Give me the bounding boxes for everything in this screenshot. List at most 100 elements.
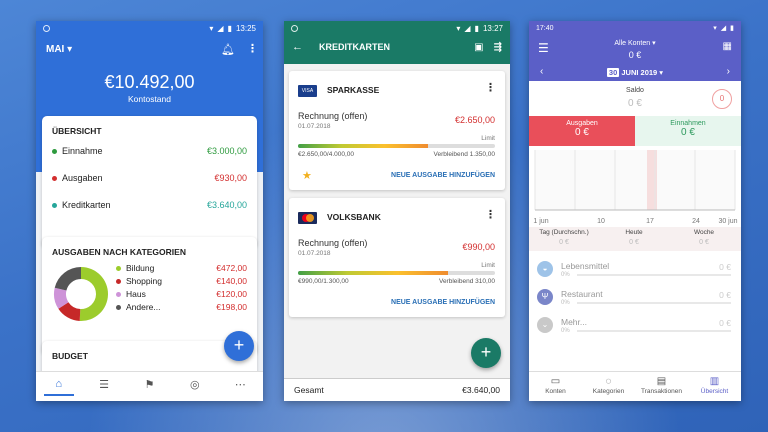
saldo-badge: 0 [712, 89, 732, 109]
limit-progress-bar [298, 271, 495, 275]
bank-name: VOLKSBANK [327, 212, 381, 222]
nav-item-übersicht[interactable]: ▥ Übersicht [688, 372, 741, 401]
card-menu-icon[interactable]: ⋮ [485, 81, 496, 94]
stat-cell: Tag (Durchschn.) 0 € [529, 229, 599, 246]
phone-budget-app: ▾ ◢ ▮ 13:25 MAI ▾ 🔔︎ ⋮ €10.492,00 Kontostan… [36, 21, 263, 401]
expense-tab[interactable]: Ausgaben 0 € [529, 116, 635, 146]
expense-label: Ausgaben [566, 120, 598, 127]
category-item-percent: 0% [561, 272, 570, 278]
donut-slice [79, 267, 108, 321]
notification-icon [291, 24, 298, 32]
budget-title: BUDGET [52, 351, 88, 361]
donut-slice [54, 267, 81, 291]
categories-title: AUSGABEN NACH KATEGORIEN [52, 247, 186, 257]
credit-card[interactable]: VISA SPARKASSE ⋮ Rechnung (offen) 01.07.2018… [289, 71, 505, 190]
category-item-value: 0 € [719, 262, 731, 272]
list-icon[interactable]: ☰ [89, 378, 119, 395]
add-button[interactable]: + [471, 338, 501, 368]
income-label: Einnahmen [670, 120, 706, 127]
bullet-icon [52, 175, 57, 181]
signal-icon: ◢ [217, 23, 224, 33]
category-row[interactable]: Haus €120,00 [116, 289, 247, 299]
target-icon[interactable]: ◎ [180, 378, 210, 395]
home-icon[interactable]: ⌂ [43, 378, 74, 396]
bottom-navigation: ⌂ ☰ ⚑ ◎ ⋯ [36, 371, 263, 401]
nav-label: Kategorien [592, 388, 625, 395]
stat-value: 0 € [699, 239, 709, 246]
category-row[interactable]: Shopping €140,00 [116, 276, 247, 286]
bullet-icon [52, 148, 57, 154]
invoice-date: 01.07.2018 [298, 123, 331, 130]
add-card-icon[interactable]: ▣ [474, 42, 483, 53]
star-icon[interactable]: ★ [302, 169, 312, 182]
status-time: 17:40 [536, 24, 554, 32]
category-value: €140,00 [216, 276, 247, 286]
notification-icon [43, 24, 50, 32]
month-selector[interactable]: MAI ▾ [46, 44, 72, 55]
battery-icon: ▮ [474, 23, 479, 33]
pie-icon: ◌ [605, 376, 612, 387]
income-tab[interactable]: Einnahmen 0 € [635, 116, 741, 146]
list-icon: ▤ [656, 376, 667, 387]
month-label: MAI [46, 44, 65, 55]
account-selector[interactable]: Alle Konten ▾ [529, 39, 741, 47]
category-row[interactable]: Andere... €198,00 [116, 302, 247, 312]
wifi-icon: ▾ [456, 23, 461, 33]
account-label: Alle Konten [614, 40, 651, 47]
overview-row-value: €930,00 [214, 173, 247, 183]
overview-row[interactable]: Ausgaben €930,00 [52, 173, 247, 183]
visa-logo: VISA [298, 85, 317, 97]
category-list-item[interactable]: ⌄ Mehr... 0% 0 € [529, 315, 741, 341]
day-badge: 30 [606, 68, 620, 77]
category-row[interactable]: Bildung €472,00 [116, 263, 247, 273]
sort-icon[interactable]: ⇶ [494, 42, 502, 53]
category-list-item[interactable]: Ψ Restaurant 0% 0 € [529, 287, 741, 313]
nav-item-konten[interactable]: ▭ Konten [529, 372, 582, 401]
add-button[interactable]: + [224, 331, 254, 361]
back-arrow-icon[interactable]: ← [292, 41, 303, 53]
x-tick-label: 10 [597, 218, 605, 225]
income-value: 0 € [681, 127, 695, 138]
bullet-icon [116, 291, 121, 297]
category-list-item[interactable]: ◒ Lebensmittel 0% 0 € [529, 259, 741, 285]
invoice-date: 01.07.2018 [298, 250, 331, 257]
bell-icon[interactable]: 🔔︎ [221, 43, 235, 56]
bullet-icon [116, 278, 121, 284]
mastercard-logo [298, 212, 317, 224]
overview-card[interactable]: ÜBERSICHT Einnahme €3.000,00 Ausgaben €930,… [42, 116, 257, 248]
month-selector[interactable]: 30 JUNI 2019 ▾ [529, 68, 741, 77]
add-expense-button[interactable]: NEUE AUSGABE HINZUFÜGEN [391, 172, 495, 179]
saldo-value: 0 € [628, 98, 642, 109]
saldo-label: Saldo [626, 87, 644, 94]
overview-row[interactable]: Einnahme €3.000,00 [52, 146, 247, 156]
battery-icon: ▮ [730, 25, 734, 32]
category-value: €198,00 [216, 302, 247, 312]
more-icon[interactable]: ⋯ [225, 378, 255, 395]
limit-label: Limit [481, 135, 495, 142]
card-menu-icon[interactable]: ⋮ [485, 208, 496, 221]
overview-row-label: Kreditkarten [62, 200, 111, 210]
stat-label: Heute [625, 229, 643, 236]
overview-row[interactable]: Kreditkarten €3.640,00 [52, 200, 247, 210]
signal-icon: ◢ [464, 23, 471, 33]
category-item-bar [577, 274, 731, 276]
phone-credit-cards: ▾ ◢ ▮ 13:27 ← KREDITKARTEN ▣ ⇶ VISA SPARKASS… [284, 21, 510, 401]
limit-used: €990,00/1.300,00 [298, 278, 349, 285]
x-tick-label: 17 [646, 218, 654, 225]
nav-label: Konten [545, 388, 566, 395]
add-expense-button[interactable]: NEUE AUSGABE HINZUFÜGEN [391, 299, 495, 306]
category-value: €120,00 [216, 289, 247, 299]
wifi-icon: ▾ [713, 25, 717, 32]
invoice-amount: €990,00 [462, 242, 495, 252]
flag-icon[interactable]: ⚑ [134, 378, 164, 395]
overview-row-label: Ausgaben [62, 173, 103, 183]
wallet-icon: ▭ [550, 376, 561, 387]
more-options-icon[interactable]: ⋮ [247, 42, 258, 55]
nav-item-transaktionen[interactable]: ▤ Transaktionen [635, 372, 688, 401]
dropdown-icon: ▾ [67, 44, 73, 55]
categories-card[interactable]: AUSGABEN NACH KATEGORIEN Bildung €472,00 S… [42, 237, 257, 355]
nav-item-kategorien[interactable]: ◌ Kategorien [582, 372, 635, 401]
category-value: €472,00 [216, 263, 247, 273]
category-item-label: Lebensmittel [561, 261, 610, 271]
credit-card[interactable]: VOLKSBANK ⋮ Rechnung (offen) 01.07.2018 €990… [289, 198, 505, 317]
